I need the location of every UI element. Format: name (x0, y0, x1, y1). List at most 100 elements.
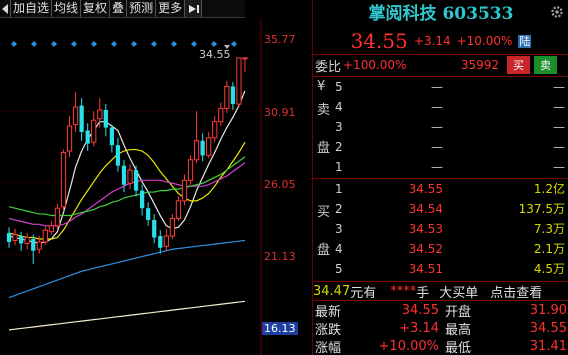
adjust-price-button[interactable]: 复权 (81, 0, 111, 17)
candle-body (236, 57, 242, 105)
candle-body (91, 119, 97, 143)
event-marker-icon (191, 41, 197, 47)
stock-title: 掌阅科技 603533 (368, 4, 514, 24)
buy-level-row[interactable]: 5 34.51 4.5万 (335, 259, 567, 278)
candle-body (242, 57, 248, 60)
forecast-button[interactable]: 预测 (127, 0, 157, 17)
level-number: 2 (335, 201, 343, 216)
order-ratio-label: 委比 (315, 59, 342, 75)
stat-value: +3.14 (399, 320, 439, 336)
sell-level-row[interactable]: 5 — — (335, 77, 567, 96)
candle-body (85, 130, 90, 144)
stat-label: 最高 (445, 322, 472, 338)
level-price: — (431, 79, 443, 94)
big-order-notice[interactable]: 34.47 元有 **** 手 大买单 点击查看 (313, 282, 568, 301)
sell-side-label-2: 卖 (317, 103, 331, 118)
event-marker-icon (71, 41, 77, 47)
event-marker-icon (151, 41, 157, 47)
axis-label-bottom: 16.13 (262, 322, 298, 335)
event-marker-icon (111, 41, 117, 47)
price-change: +3.14 (413, 34, 451, 48)
sell-level-row[interactable]: 4 — — (335, 97, 567, 116)
level-volume: — (553, 139, 565, 154)
kline-chart[interactable]: 34.55 35.77 30.91 26.05 21.13 16.13 (0, 18, 298, 355)
notice-unit: 元有 (350, 285, 377, 301)
candle-body (109, 127, 114, 146)
quote-panel: 掌阅科技 603533 34.55 +3.14 +10.00% 陆 委比 +10… (312, 0, 568, 355)
candle-body (224, 85, 230, 109)
level-number: 3 (335, 221, 343, 236)
buy-level-row[interactable]: 3 34.53 7.3万 (335, 219, 567, 238)
candle-body (206, 137, 212, 156)
sell-level-row[interactable]: 3 — — (335, 117, 567, 136)
ma-line-ma30 (8, 156, 246, 217)
last-price: 34.55 (350, 29, 408, 53)
moving-average-button[interactable]: 均线 (52, 0, 82, 17)
triangle-left-icon (2, 3, 8, 14)
level-number: 1 (335, 181, 343, 196)
buy-level-row[interactable]: 4 34.52 2.1万 (335, 239, 567, 258)
level-number: 1 (335, 159, 343, 174)
buy-side-label-1: 买 (317, 205, 331, 220)
order-ratio-pct: +100.00% (343, 58, 407, 72)
notice-big-order: 大买单 (439, 285, 479, 301)
more-button[interactable]: 更多 (156, 0, 186, 17)
order-ratio-row: 委比 +100.00% 35992 买 卖 (313, 55, 568, 75)
level-number: 4 (335, 241, 343, 256)
notice-price: 34.47 (313, 283, 351, 299)
stat-value: 31.41 (529, 338, 567, 354)
event-marker-icon (31, 41, 37, 47)
peak-price-label: 34.55 (199, 48, 231, 61)
candle-body (31, 238, 36, 251)
sell-button[interactable]: 卖 (534, 56, 557, 74)
gear-icon[interactable] (550, 5, 564, 19)
buy-level-row[interactable]: 2 34.54 137.5万 (335, 199, 567, 218)
candle-body (212, 121, 218, 139)
candle-body (42, 229, 48, 243)
overlay-button[interactable]: 叠 (110, 0, 128, 17)
candle-body (66, 125, 73, 152)
candle-body (163, 235, 169, 247)
candle-body (152, 219, 157, 238)
axis-label-top: 35.77 (264, 33, 296, 46)
candle-body (12, 234, 18, 241)
candle-body (121, 165, 127, 185)
candle-body (60, 151, 67, 208)
add-favorite-button[interactable]: 加自选 (11, 0, 53, 17)
level-price: 34.55 (408, 181, 443, 196)
candle-body (181, 179, 188, 202)
level-price: 34.52 (408, 241, 443, 256)
connect-badge: 陆 (518, 34, 532, 48)
sell-level-row[interactable]: 2 — — (335, 137, 567, 156)
collapse-panel-button[interactable] (185, 0, 203, 17)
level-number: 5 (335, 79, 343, 94)
buy-level-row[interactable]: 1 34.55 1.2亿 (335, 179, 567, 198)
quote-summary: 34.55 +3.14 +10.00% 陆 (313, 28, 568, 54)
ma-line-ma20 (8, 162, 246, 227)
buy-button[interactable]: 买 (507, 56, 530, 74)
view-details-link[interactable]: 点击查看 (490, 282, 542, 301)
candle-body (218, 107, 224, 123)
axis-label-4: 21.13 (264, 250, 296, 263)
event-marker-icon (131, 41, 137, 47)
candle-body (133, 170, 139, 191)
event-marker-icon (211, 41, 217, 47)
event-marker-icon (231, 41, 237, 47)
ma-line-ma60 (8, 239, 246, 299)
level-volume: 4.5万 (533, 262, 565, 276)
candle-body (169, 217, 175, 237)
candle-body (115, 145, 121, 166)
candle-body (103, 109, 108, 128)
candle-body (158, 236, 163, 248)
candle-body (140, 190, 145, 209)
chart-toolbar: 加自选 均线 复权 叠 预测 更多 (0, 0, 245, 18)
buy-side-label-2: 盘 (317, 243, 331, 258)
scroll-left-button[interactable] (0, 0, 11, 17)
sell-side-label-3: 盘 (317, 141, 331, 156)
stat-value: +10.00% (378, 338, 439, 354)
candle-body (200, 140, 205, 156)
candle-body (175, 200, 182, 219)
sell-level-row[interactable]: 1 — — (335, 157, 567, 176)
candle-body (79, 105, 84, 132)
candle-body (127, 169, 133, 184)
